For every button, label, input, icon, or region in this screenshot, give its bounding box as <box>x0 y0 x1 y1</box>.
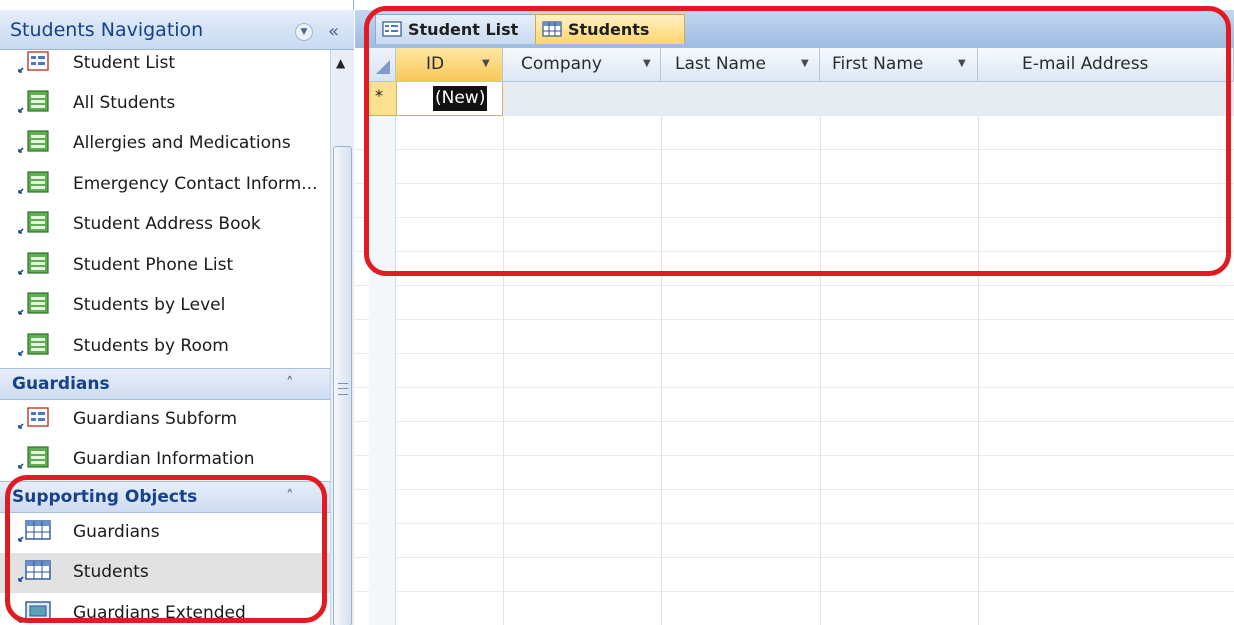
nav-item-all-students[interactable]: All Students <box>0 84 330 124</box>
new-record-row[interactable] <box>396 82 1234 116</box>
group-label: Supporting Objects <box>12 487 198 507</box>
navigation-title: Students Navigation <box>10 19 204 41</box>
scroll-up-arrow-icon[interactable]: ▲ <box>336 56 345 70</box>
nav-item-label: Student Phone List <box>73 255 234 275</box>
nav-item-label: Students by Room <box>73 336 229 356</box>
report-icon <box>16 331 56 359</box>
nav-item-allergies[interactable]: Allergies and Medications <box>0 124 330 164</box>
new-record-asterisk-icon: * <box>375 86 383 105</box>
column-label: E-mail Address <box>1022 54 1149 74</box>
grip-icon <box>338 383 348 395</box>
nav-item-guardian-information[interactable]: Guardian Information <box>0 440 330 480</box>
select-all-button[interactable] <box>369 48 396 82</box>
form-icon <box>381 20 403 38</box>
report-icon <box>16 128 56 156</box>
navigation-header[interactable]: Students Navigation ▼ « <box>0 10 354 50</box>
tab-students[interactable]: Students <box>535 14 685 44</box>
nav-item-label: Students by Level <box>73 295 226 315</box>
group-header-guardians[interactable]: Guardians ˄ <box>0 368 330 400</box>
column-header-id[interactable]: ID ▼ <box>396 48 503 82</box>
report-icon <box>16 290 56 318</box>
collapse-group-icon[interactable]: ˄ <box>286 487 294 505</box>
nav-item-label: Guardians Extended <box>73 603 246 623</box>
collapse-group-icon[interactable]: ˄ <box>286 374 294 392</box>
nav-item-guardians-extended[interactable]: Guardians Extended <box>0 594 330 625</box>
nav-item-guardians-subform[interactable]: Guardians Subform <box>0 400 330 440</box>
datasheet: ID ▼ Company ▼ Last Name ▼ First Name ▼ … <box>355 48 1234 625</box>
report-icon <box>16 250 56 278</box>
nav-item-phone-list[interactable]: Student Phone List <box>0 246 330 286</box>
nav-item-label: Students <box>73 562 149 582</box>
column-label: ID <box>426 54 445 74</box>
nav-item-student-list[interactable]: Student List <box>0 50 330 84</box>
nav-item-label: Student Address Book <box>73 214 261 234</box>
column-dropdown-icon[interactable]: ▼ <box>801 58 809 69</box>
grid-lines <box>355 48 1234 625</box>
nav-item-guardians-table[interactable]: Guardians <box>0 513 330 553</box>
double-chevron-left-icon[interactable]: « <box>328 21 339 42</box>
report-icon <box>16 169 56 197</box>
tab-label: Students <box>568 20 650 39</box>
nav-item-emergency-contact[interactable]: Emergency Contact Inform... <box>0 165 330 205</box>
report-icon <box>16 88 56 116</box>
navigation-list: Student List All Students Allergies and … <box>0 50 330 625</box>
column-label: Company <box>521 54 602 74</box>
nav-item-label: Emergency Contact Inform... <box>73 174 318 194</box>
column-dropdown-icon[interactable]: ▼ <box>643 58 651 69</box>
table-icon <box>16 517 56 545</box>
group-label: Guardians <box>12 374 110 394</box>
column-header-email[interactable]: E-mail Address <box>978 48 1234 82</box>
chevron-down-icon[interactable]: ▼ <box>295 23 313 41</box>
group-header-supporting-objects[interactable]: Supporting Objects ˄ <box>0 481 330 513</box>
nav-item-by-room[interactable]: Students by Room <box>0 327 330 367</box>
id-new-value: (New) <box>433 86 488 111</box>
navigation-pane: Students Navigation ▼ « Student List All… <box>0 0 354 625</box>
nav-item-label: Guardian Information <box>73 449 255 469</box>
id-cell[interactable]: (New) <box>396 82 503 116</box>
query-icon <box>16 598 56 625</box>
tab-label: Student List <box>408 20 519 39</box>
column-label: First Name <box>832 54 924 74</box>
column-label: Last Name <box>675 54 766 74</box>
nav-item-label: Allergies and Medications <box>73 133 291 153</box>
new-record-selector[interactable]: * <box>369 82 396 116</box>
column-dropdown-icon[interactable]: ▼ <box>958 58 966 69</box>
table-icon <box>541 20 563 38</box>
nav-item-label: Student List <box>73 53 176 73</box>
form-icon <box>16 404 56 432</box>
select-all-triangle-icon <box>376 60 390 74</box>
nav-item-students-table[interactable]: Students <box>0 553 330 593</box>
form-icon <box>16 50 56 76</box>
table-icon <box>16 557 56 585</box>
nav-item-address-book[interactable]: Student Address Book <box>0 205 330 245</box>
column-header-last-name[interactable]: Last Name ▼ <box>661 48 820 82</box>
column-dropdown-icon[interactable]: ▼ <box>482 58 490 69</box>
nav-item-label: Guardians Subform <box>73 409 238 429</box>
scrollbar-thumb[interactable] <box>333 146 352 625</box>
document-tab-bar: Student List Students <box>355 10 1234 48</box>
record-selector-column <box>369 48 396 625</box>
nav-item-label: All Students <box>73 93 176 113</box>
report-icon <box>16 209 56 237</box>
nav-item-by-level[interactable]: Students by Level <box>0 286 330 326</box>
document-area: Student List Students ID ▼ Company ▼ Las… <box>355 0 1234 625</box>
report-icon <box>16 444 56 472</box>
tab-student-list[interactable]: Student List <box>375 14 545 44</box>
navigation-scrollbar[interactable]: ▲ <box>330 50 354 625</box>
nav-item-label: Guardians <box>73 522 160 542</box>
column-header-company[interactable]: Company ▼ <box>503 48 661 82</box>
column-header-first-name[interactable]: First Name ▼ <box>820 48 978 82</box>
